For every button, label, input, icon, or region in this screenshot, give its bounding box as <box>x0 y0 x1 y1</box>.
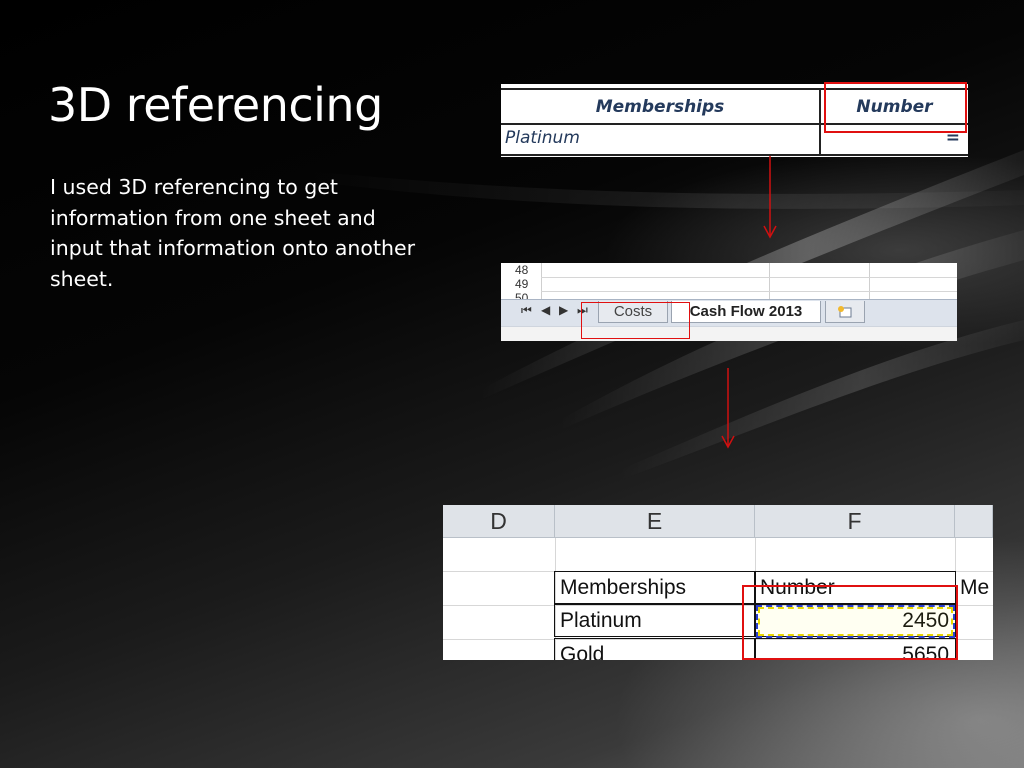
row-number: 48 <box>515 263 529 277</box>
cell-platinum: Platinum <box>554 604 756 637</box>
row-area: 48 49 50 <box>501 263 957 305</box>
column-header-g <box>955 505 993 538</box>
tab-cash-flow-2013[interactable]: Cash Flow 2013 <box>671 301 821 323</box>
insert-worksheet-icon[interactable] <box>825 301 865 323</box>
grid-line <box>769 263 770 299</box>
column-header-f: F <box>755 505 955 538</box>
down-arrow-1 <box>763 156 777 239</box>
row-number: 49 <box>515 277 529 291</box>
screenshot-sheet-tabs: 48 49 50 ⏮ ◀ ▶ ⏭ Costs Cash Flow 2013 <box>501 263 957 341</box>
first-sheet-icon[interactable]: ⏮ <box>521 303 532 318</box>
highlight-box-number <box>824 82 967 133</box>
highlight-box-result <box>742 585 958 660</box>
cell-memberships: Memberships <box>554 571 756 604</box>
next-sheet-icon[interactable]: ▶ <box>559 303 568 317</box>
slide-body-text: I used 3D referencing to get information… <box>50 175 416 291</box>
column-header-e: E <box>555 505 755 538</box>
down-arrow-2 <box>721 368 735 449</box>
cell-platinum: Platinum <box>501 121 821 154</box>
prev-sheet-icon[interactable]: ◀ <box>541 303 550 317</box>
grid-line <box>541 263 542 299</box>
cell-me-truncated: Me <box>960 575 990 599</box>
cell-gold: Gold <box>554 638 756 660</box>
header-memberships: Memberships <box>501 90 821 123</box>
grid-line <box>869 263 870 299</box>
sheet-tab-bar: ⏮ ◀ ▶ ⏭ Costs Cash Flow 2013 <box>501 299 957 326</box>
grid-line <box>541 291 957 292</box>
status-strip <box>501 326 957 341</box>
highlight-box-costs-tab <box>581 302 690 339</box>
column-header-d: D <box>443 505 555 538</box>
slide-title: 3D referencing <box>48 78 383 132</box>
grid-line <box>541 277 957 278</box>
